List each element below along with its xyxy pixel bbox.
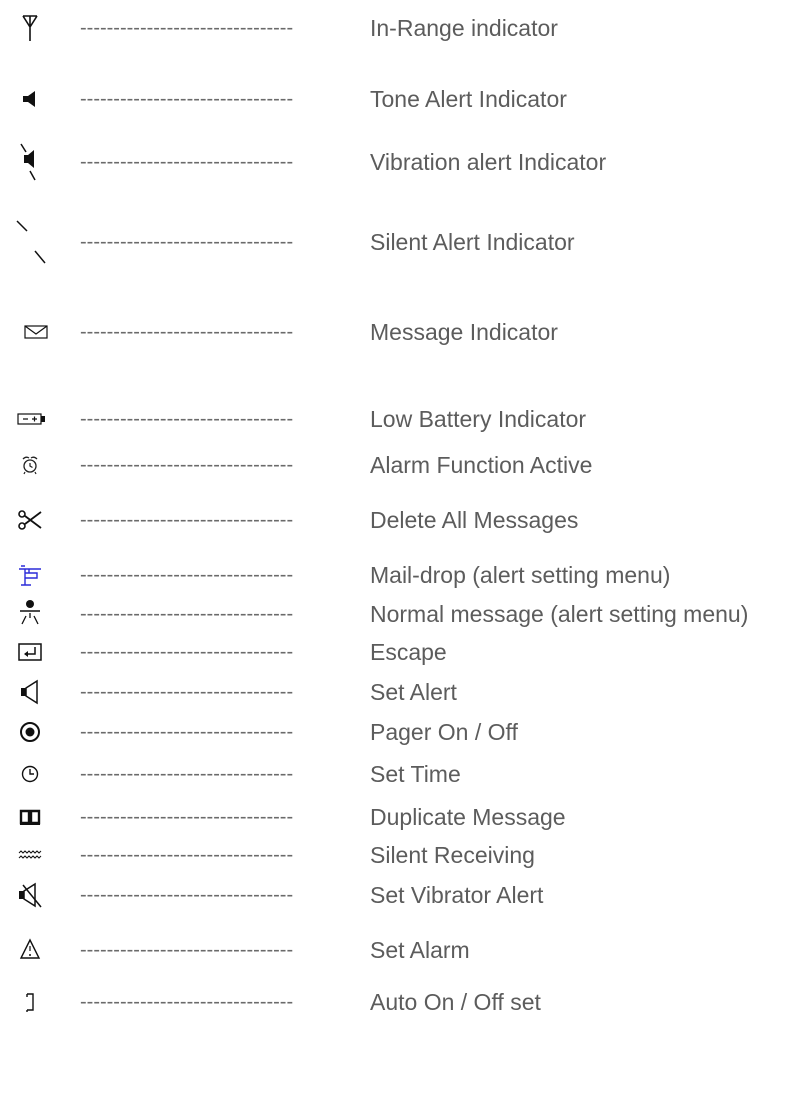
legend-label: Pager On / Off — [370, 719, 518, 745]
separator-dashes: -------------------------------- — [80, 641, 294, 663]
antenna-icon — [8, 6, 52, 50]
legend-row-vibration-alert: -------------------------------- Vibrati… — [0, 140, 812, 184]
separator-dashes: -------------------------------- — [80, 763, 294, 785]
legend-row-tone-alert: -------------------------------- Tone Al… — [0, 77, 812, 121]
speaker-solid-icon — [8, 77, 52, 121]
separator-dashes: -------------------------------- — [80, 321, 294, 343]
legend-label: Message Indicator — [370, 319, 558, 345]
legend-label: Tone Alert Indicator — [370, 86, 567, 112]
legend-label: Vibration alert Indicator — [370, 149, 607, 175]
legend-label: Set Vibrator Alert — [370, 882, 544, 908]
separator-dashes: -------------------------------- — [80, 603, 294, 625]
separator-dashes: -------------------------------- — [80, 939, 294, 961]
legend-row-in-range: -------------------------------- In-Rang… — [0, 6, 812, 50]
legend-row-silent-alert: -------------------------------- Silent … — [0, 220, 812, 264]
alarm-clock-icon — [8, 443, 52, 487]
legend-row-escape: -------------------------------- Escape — [0, 630, 812, 674]
legend-row-set-alert: -------------------------------- Set Ale… — [0, 670, 812, 714]
battery-icon — [10, 397, 54, 441]
bell-icon — [8, 928, 52, 972]
clock-icon — [8, 752, 52, 796]
legend-label: Escape — [370, 639, 447, 665]
legend-row-alarm-active: -------------------------------- Alarm F… — [0, 443, 812, 487]
separator-dashes: -------------------------------- — [80, 564, 294, 586]
legend-row-mail-drop: -------------------------------- Mail-dr… — [0, 553, 812, 597]
legend-row-low-battery: -------------------------------- Low Bat… — [0, 397, 812, 441]
separator-dashes: -------------------------------- — [80, 844, 294, 866]
separator-dashes: -------------------------------- — [80, 681, 294, 703]
envelope-icon — [14, 310, 58, 354]
legend-label: Silent Alert Indicator — [370, 229, 575, 255]
legend-row-auto-on-off: -------------------------------- Auto On… — [0, 980, 812, 1024]
legend-row-pager-on-off: -------------------------------- Pager O… — [0, 710, 812, 754]
legend-label: Mail-drop (alert setting menu) — [370, 562, 671, 588]
legend-row-message: -------------------------------- Message… — [0, 310, 812, 354]
legend-label: Set Alert — [370, 679, 457, 705]
separator-dashes: -------------------------------- — [80, 88, 294, 110]
legend-row-delete-all: -------------------------------- Delete … — [0, 498, 812, 542]
scissors-icon — [8, 498, 52, 542]
legend-label: Duplicate Message — [370, 804, 566, 830]
legend-label: Delete All Messages — [370, 507, 579, 533]
wave-icon — [8, 833, 52, 877]
separator-dashes: -------------------------------- — [80, 454, 294, 476]
speaker-muted-icon — [8, 873, 52, 917]
legend-row-set-alarm: -------------------------------- Set Ala… — [0, 928, 812, 972]
legend-row-set-time: -------------------------------- Set Tim… — [0, 752, 812, 796]
silent-slash-icon — [8, 220, 52, 264]
legend-label: Low Battery Indicator — [370, 406, 587, 432]
bracket-icon — [8, 980, 52, 1024]
separator-dashes: -------------------------------- — [80, 884, 294, 906]
legend-label: Alarm Function Active — [370, 452, 593, 478]
separator-dashes: -------------------------------- — [80, 151, 294, 173]
separator-dashes: -------------------------------- — [80, 721, 294, 743]
mail-drop-icon — [8, 553, 52, 597]
vibration-speaker-icon — [8, 140, 52, 184]
separator-dashes: -------------------------------- — [80, 991, 294, 1013]
power-ring-icon — [8, 710, 52, 754]
separator-dashes: -------------------------------- — [80, 17, 294, 39]
legend-label: Silent Receiving — [370, 842, 535, 868]
separator-dashes: -------------------------------- — [80, 231, 294, 253]
legend-label: Set Alarm — [370, 937, 470, 963]
separator-dashes: -------------------------------- — [80, 408, 294, 430]
legend-label: Normal message (alert setting menu) — [370, 601, 749, 627]
escape-icon — [8, 630, 52, 674]
legend-label: Auto On / Off set — [370, 989, 541, 1015]
legend-row-set-vibrator: -------------------------------- Set Vib… — [0, 873, 812, 917]
legend-row-silent-receiving: -------------------------------- Silent … — [0, 833, 812, 877]
legend-label: Set Time — [370, 761, 461, 787]
speaker-outline-icon — [8, 670, 52, 714]
legend-label: In-Range indicator — [370, 15, 558, 41]
separator-dashes: -------------------------------- — [80, 509, 294, 531]
separator-dashes: -------------------------------- — [80, 806, 294, 828]
